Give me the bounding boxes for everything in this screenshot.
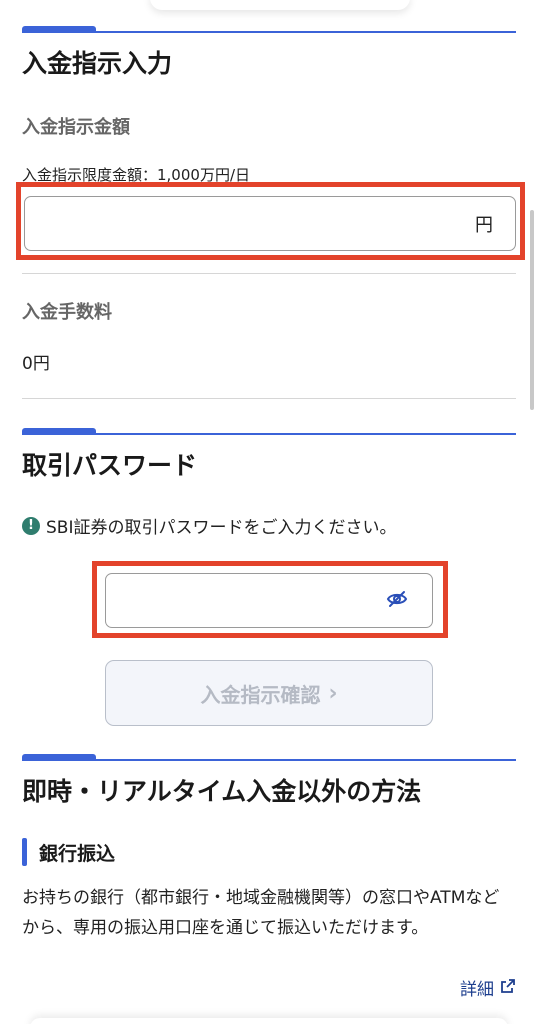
chevron-right-icon: › <box>328 680 338 706</box>
detail-link[interactable]: 詳細 <box>460 975 516 1000</box>
bank-transfer-description: お持ちの銀行（都市銀行・地域金融機関等）の窓口やATMなどから、専用の振込用口座… <box>22 888 500 938</box>
external-link-icon <box>500 978 516 998</box>
amount-unit: 円 <box>475 214 493 236</box>
bank-transfer-heading: 銀行振込 <box>22 838 115 866</box>
section-title-password: 取引パスワード <box>22 451 198 480</box>
top-card-edge <box>150 0 410 10</box>
divider <box>22 398 516 399</box>
deposit-confirm-button[interactable]: 入金指示確認 › <box>105 660 433 726</box>
deposit-confirm-label: 入金指示確認 <box>200 682 321 707</box>
subhead-accent-bar <box>22 838 27 866</box>
section-rule-deposit <box>22 31 516 33</box>
eye-off-icon[interactable] <box>386 590 408 612</box>
section-rule-password <box>22 433 516 435</box>
bottom-card-edge <box>30 1018 508 1024</box>
password-info-text: SBI証券の取引パスワードをご入力ください。 <box>46 518 397 538</box>
amount-label: 入金指示金額 <box>22 117 130 138</box>
fee-value: 0円 <box>22 354 50 374</box>
info-icon: ! <box>22 516 40 535</box>
password-input[interactable] <box>105 573 433 628</box>
password-info: ! SBI証券の取引パスワードをご入力ください。 <box>22 513 396 538</box>
amount-input[interactable]: 円 <box>24 196 516 251</box>
section-title-deposit: 入金指示入力 <box>22 49 173 78</box>
section-rule-other <box>22 759 516 761</box>
section-title-other-methods: 即時・リアルタイム入金以外の方法 <box>22 777 422 806</box>
divider <box>22 273 516 274</box>
detail-link-label: 詳細 <box>460 980 494 1000</box>
bank-transfer-label: 銀行振込 <box>39 842 116 865</box>
scrollbar[interactable] <box>530 210 534 410</box>
fee-label: 入金手数料 <box>22 302 112 323</box>
